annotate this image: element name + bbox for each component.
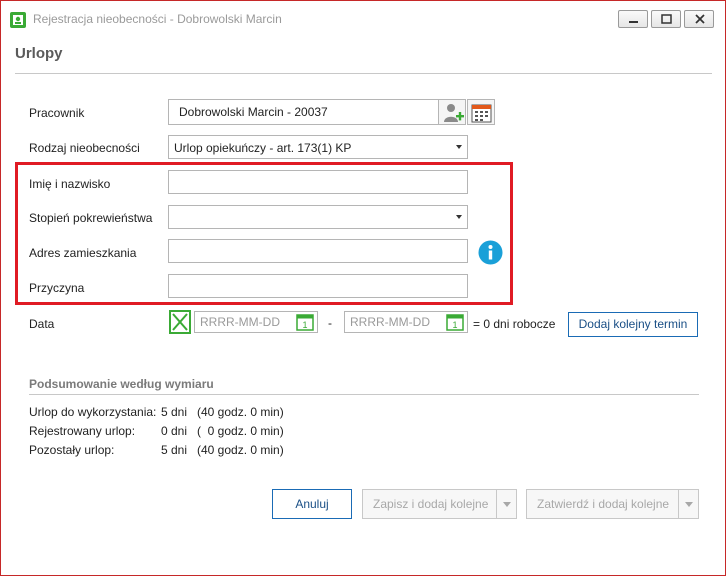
reason-input[interactable] bbox=[168, 274, 468, 298]
confirm-add-button[interactable]: Zatwierdź i dodaj kolejne bbox=[526, 489, 699, 519]
employee-label: Pracownik bbox=[29, 106, 85, 120]
save-add-dropdown[interactable] bbox=[496, 490, 516, 518]
minimize-button[interactable] bbox=[618, 10, 648, 28]
save-add-label: Zapisz i dodaj kolejne bbox=[373, 497, 489, 511]
add-person-icon bbox=[444, 104, 464, 122]
summary-hours: (40 godz. 0 min) bbox=[197, 443, 284, 457]
dialog-window: Rejestracja nieobecności - Dobrowolski M… bbox=[0, 0, 726, 576]
chevron-down-icon bbox=[456, 215, 462, 219]
reason-label: Przyczyna bbox=[29, 281, 85, 295]
add-term-button[interactable]: Dodaj kolejny termin bbox=[568, 312, 698, 337]
maximize-button[interactable] bbox=[651, 10, 681, 28]
summary-title: Podsumowanie według wymiaru bbox=[29, 377, 214, 391]
employee-field[interactable]: Dobrowolski Marcin - 20037 bbox=[168, 99, 439, 125]
window-title: Rejestracja nieobecności - Dobrowolski M… bbox=[33, 12, 282, 26]
close-icon bbox=[695, 14, 705, 24]
summary-label: Pozostały urlop: bbox=[29, 443, 115, 457]
minimize-icon bbox=[629, 21, 638, 23]
cancel-button[interactable]: Anuluj bbox=[272, 489, 352, 519]
relation-select[interactable] bbox=[168, 205, 468, 229]
absence-type-label: Rodzaj nieobecności bbox=[29, 141, 140, 155]
select-employee-button[interactable] bbox=[438, 99, 466, 125]
close-button[interactable] bbox=[684, 10, 714, 28]
confirm-add-dropdown[interactable] bbox=[678, 490, 698, 518]
absence-type-value: Urlop opiekuńczy - art. 173(1) KP bbox=[174, 141, 352, 155]
calendar-icon[interactable]: 1 bbox=[446, 313, 464, 331]
calendar-button[interactable] bbox=[467, 99, 495, 125]
header-divider bbox=[15, 73, 712, 74]
relation-label: Stopień pokrewieństwa bbox=[29, 211, 153, 225]
chevron-down-icon bbox=[456, 145, 462, 149]
summary-hours: ( 0 godz. 0 min) bbox=[197, 424, 284, 438]
date-from-input[interactable]: RRRR-MM-DD 1 bbox=[194, 311, 318, 333]
date-to-input[interactable]: RRRR-MM-DD 1 bbox=[344, 311, 468, 333]
title-bar: Rejestracja nieobecności - Dobrowolski M… bbox=[1, 1, 725, 37]
summary-days: 5 dni bbox=[161, 405, 188, 419]
address-label: Adres zamieszkania bbox=[29, 246, 137, 260]
date-from-placeholder: RRRR-MM-DD bbox=[200, 315, 280, 329]
app-icon bbox=[10, 12, 26, 28]
summary-label: Urlop do wykorzystania: bbox=[29, 405, 157, 419]
summary-label: Rejestrowany urlop: bbox=[29, 424, 136, 438]
workdays-count: = 0 dni robocze bbox=[473, 317, 556, 331]
summary-hours: (40 godz. 0 min) bbox=[197, 405, 284, 419]
date-label: Data bbox=[29, 317, 55, 331]
svg-text:1: 1 bbox=[452, 320, 457, 330]
summary-days: 5 dni bbox=[161, 443, 188, 457]
address-input[interactable] bbox=[168, 239, 468, 263]
calendar-icon[interactable]: 1 bbox=[296, 313, 314, 331]
clear-x-icon bbox=[172, 313, 188, 331]
svg-text:1: 1 bbox=[302, 320, 307, 330]
info-icon[interactable] bbox=[478, 240, 503, 265]
name-input[interactable] bbox=[168, 170, 468, 194]
maximize-icon bbox=[661, 14, 672, 24]
summary-days: 0 dni bbox=[161, 424, 188, 438]
page-title: Urlopy bbox=[15, 45, 63, 62]
date-separator: - bbox=[328, 316, 332, 330]
date-to-placeholder: RRRR-MM-DD bbox=[350, 315, 430, 329]
employee-value: Dobrowolski Marcin - 20037 bbox=[179, 105, 328, 119]
summary-divider bbox=[29, 394, 699, 395]
name-label: Imię i nazwisko bbox=[29, 177, 111, 191]
clear-date-button[interactable] bbox=[169, 310, 191, 334]
save-add-button[interactable]: Zapisz i dodaj kolejne bbox=[362, 489, 517, 519]
absence-type-select[interactable]: Urlop opiekuńczy - art. 173(1) KP bbox=[168, 135, 468, 159]
calendar-icon bbox=[471, 104, 492, 123]
confirm-add-label: Zatwierdź i dodaj kolejne bbox=[537, 497, 670, 511]
